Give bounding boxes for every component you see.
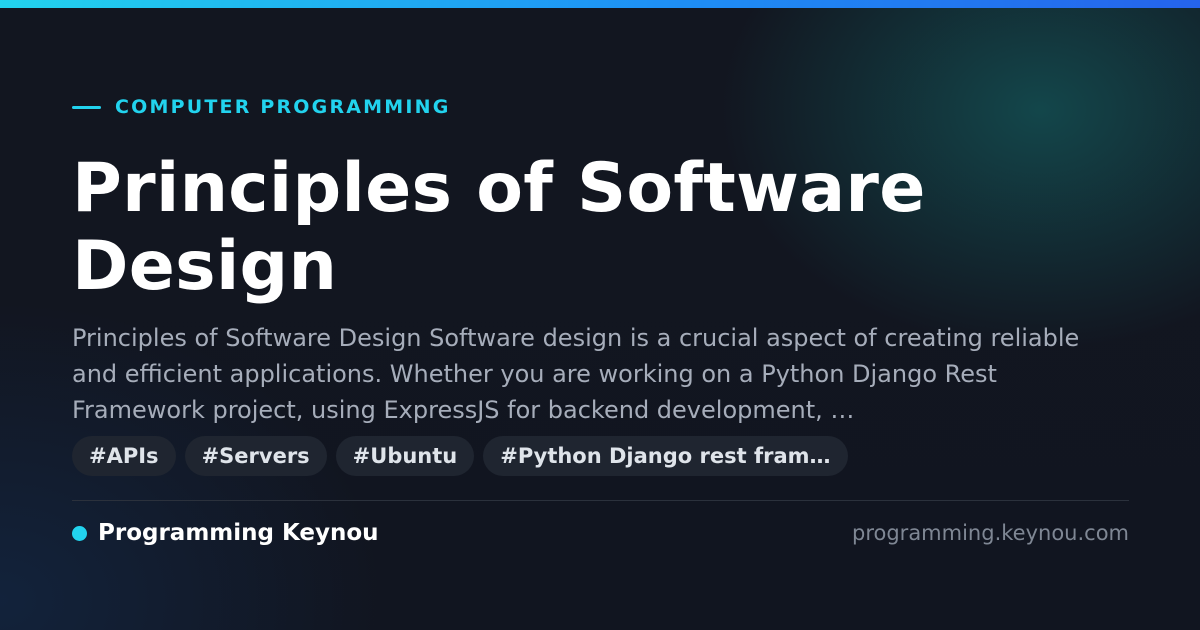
dot-icon bbox=[72, 525, 87, 541]
category-label: COMPUTER PROGRAMMING bbox=[115, 96, 451, 118]
category-eyebrow: COMPUTER PROGRAMMING bbox=[72, 95, 451, 119]
tag-list: #APIs #Servers #Ubuntu #Python Django re… bbox=[72, 436, 848, 476]
tag-ubuntu[interactable]: #Ubuntu bbox=[335, 436, 475, 476]
site-domain: programming.keynou.com bbox=[852, 521, 1129, 545]
top-accent-bar bbox=[0, 0, 1200, 8]
footer-divider bbox=[72, 500, 1129, 501]
footer-brand: Programming Keynou bbox=[72, 518, 379, 548]
eyebrow-line-icon bbox=[72, 105, 101, 109]
tag-python-django[interactable]: #Python Django rest fram… bbox=[483, 436, 848, 476]
description: Principles of Software Design Software d… bbox=[72, 324, 1080, 424]
tag-apis[interactable]: #APIs bbox=[72, 436, 176, 476]
tag-servers[interactable]: #Servers bbox=[184, 436, 327, 476]
page-title: Principles of Software Design bbox=[72, 149, 926, 306]
brand-name: Programming Keynou bbox=[98, 520, 379, 546]
